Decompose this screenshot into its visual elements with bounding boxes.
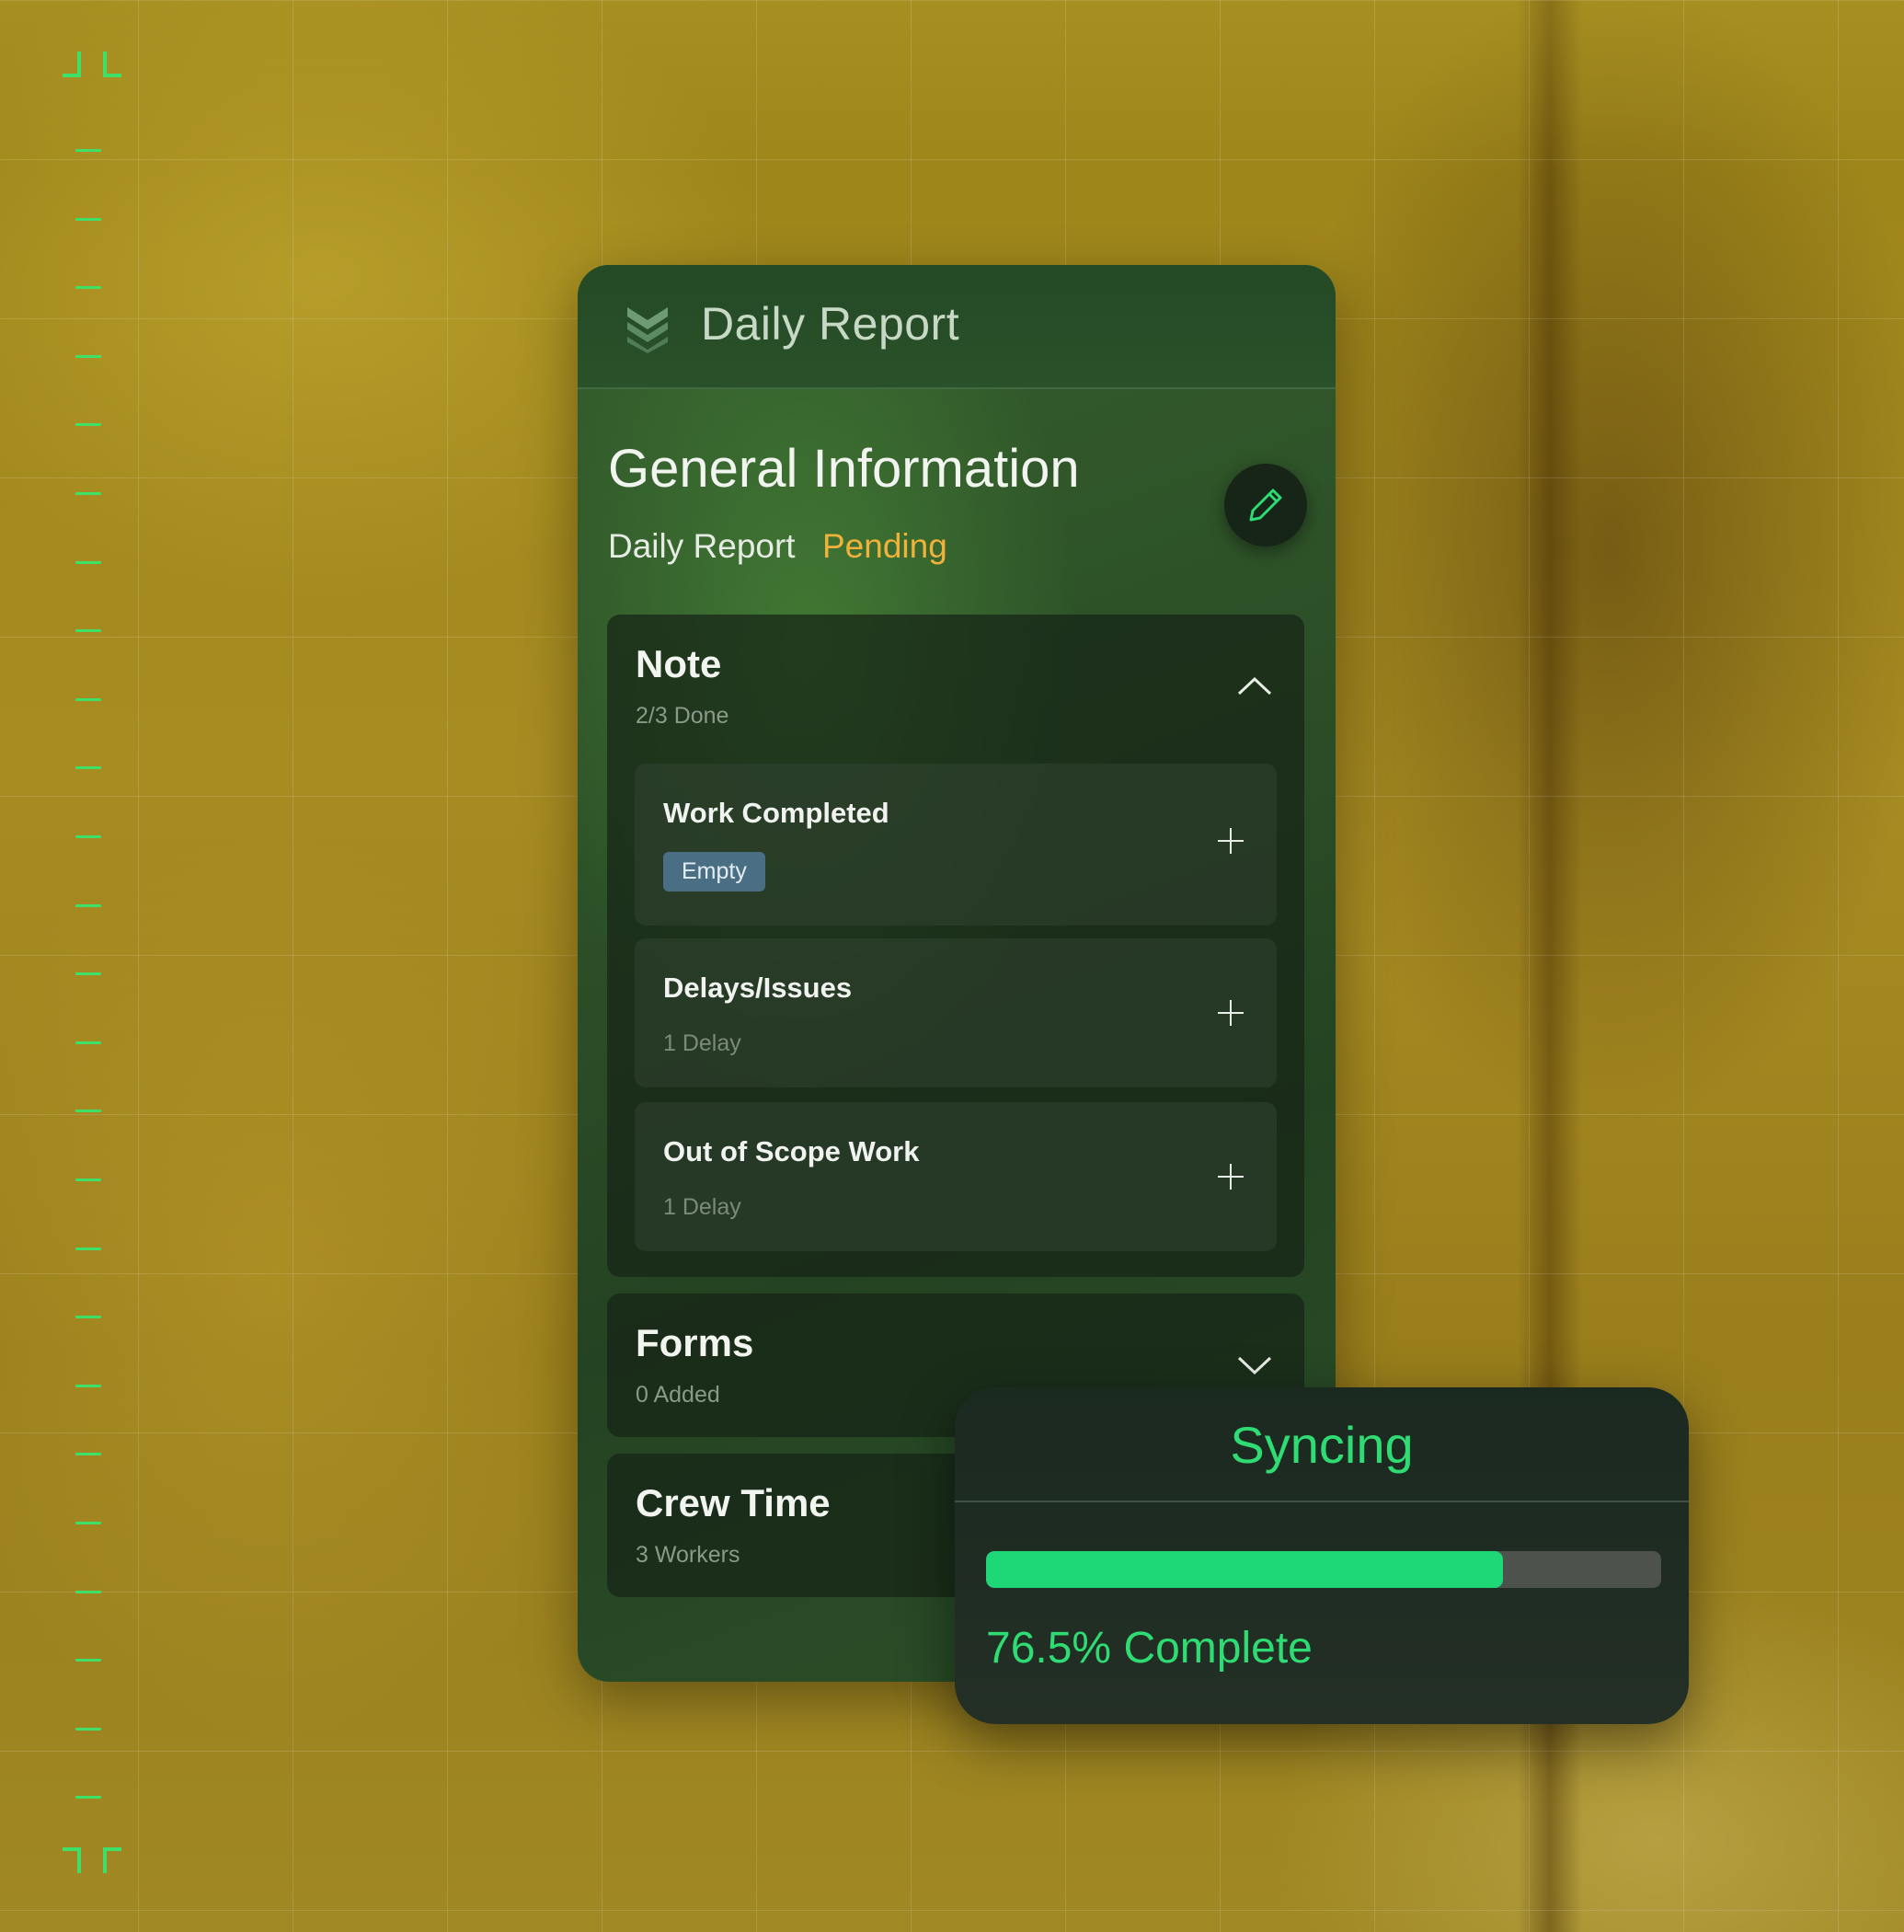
frame-corner-bottom-left (63, 1847, 81, 1873)
layers-chevron-icon (627, 307, 668, 353)
item-title: Work Completed (663, 797, 889, 829)
ruler-tick (75, 1727, 101, 1731)
add-icon[interactable] (1218, 828, 1244, 854)
ruler-tick (75, 972, 101, 976)
forms-title: Forms (636, 1321, 754, 1364)
ruler-tick (75, 1179, 101, 1181)
note-progress: 2/3 Done (636, 703, 729, 729)
item-title: Out of Scope Work (663, 1135, 920, 1167)
status-badge: Pending (822, 527, 947, 565)
forms-count: 0 Added (636, 1382, 720, 1408)
ruler-tick (75, 1453, 101, 1456)
ruler-tick (75, 1590, 101, 1593)
crew-title: Crew Time (636, 1481, 831, 1524)
item-subtitle: 1 Delay (663, 1194, 741, 1220)
ruler-ticks (75, 138, 103, 1822)
ruler-tick (75, 1041, 101, 1044)
item-subtitle: 1 Delay (663, 1030, 741, 1056)
progress-bar-fill (986, 1551, 1503, 1588)
ruler-tick (75, 1247, 101, 1250)
ruler-tick (75, 1659, 101, 1662)
ruler-tick (75, 560, 101, 564)
ruler-tick (75, 903, 101, 907)
note-title: Note (636, 642, 722, 685)
frame-corner-top-right (103, 52, 121, 77)
add-icon[interactable] (1218, 1000, 1244, 1026)
ruler-tick (75, 629, 101, 633)
ruler-tick (75, 766, 101, 770)
chevron-up-icon[interactable] (1236, 675, 1273, 697)
list-item-work-completed[interactable]: Work Completed Empty (635, 764, 1277, 926)
list-item-delays-issues[interactable]: Delays/Issues 1 Delay (635, 938, 1277, 1087)
ruler-tick (75, 697, 101, 701)
ruler-tick (75, 1384, 101, 1387)
crew-count: 3 Workers (636, 1542, 740, 1568)
ruler-tick (75, 1110, 101, 1113)
ruler-tick (75, 835, 101, 838)
chevron-down-icon[interactable] (1236, 1354, 1273, 1376)
note-card: Note 2/3 Done Work Completed Empty Delay… (607, 615, 1304, 1277)
empty-badge: Empty (663, 852, 765, 891)
ruler-tick (75, 492, 101, 495)
add-icon[interactable] (1218, 1164, 1244, 1190)
pencil-icon (1249, 489, 1282, 522)
edit-button[interactable] (1224, 464, 1307, 546)
header-title: Daily Report (701, 298, 960, 350)
frame-corner-bottom-right (103, 1847, 121, 1873)
ruler-tick (75, 423, 101, 427)
panel-header: Daily Report (578, 265, 1336, 389)
divider (955, 1501, 1689, 1502)
list-item-out-of-scope[interactable]: Out of Scope Work 1 Delay (635, 1102, 1277, 1251)
ruler-tick (75, 217, 101, 221)
ruler-tick (75, 286, 101, 290)
syncing-popup: Syncing 76.5% Complete (955, 1387, 1689, 1724)
ruler-tick (75, 1796, 101, 1800)
ruler-tick (75, 1316, 101, 1319)
progress-bar (986, 1551, 1661, 1588)
ruler-tick (75, 1522, 101, 1524)
frame-corner-top-left (63, 52, 81, 77)
ruler-tick (75, 149, 101, 152)
progress-text: 76.5% Complete (986, 1624, 1313, 1673)
ruler-tick (75, 354, 101, 358)
item-title: Delays/Issues (663, 972, 853, 1004)
sync-title: Syncing (1230, 1416, 1414, 1474)
section-title: General Information (608, 439, 1080, 499)
report-type-label: Daily Report (608, 527, 796, 565)
